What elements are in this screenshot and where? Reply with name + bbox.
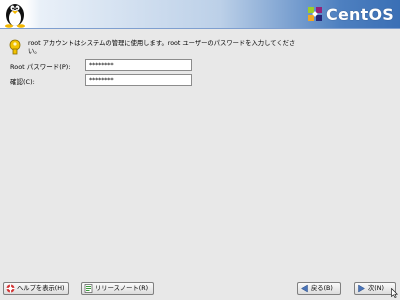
next-button[interactable]: 次(N) (354, 282, 396, 295)
confirm-password-input[interactable]: ******** (85, 74, 192, 86)
confirm-password-row: 確認(C): ******** (8, 74, 198, 86)
back-button[interactable]: 戻る(B) (297, 282, 341, 295)
next-arrow-icon (358, 284, 365, 293)
root-password-label: Root パスワード(P): (10, 63, 71, 71)
footer-bar: ヘルプを表示(H) リリースノート(R) 戻る(B) 次(N) (0, 282, 400, 298)
release-notes-button[interactable]: リリースノート(R) (81, 282, 154, 295)
centos-logo-text: CentOS (326, 4, 394, 24)
help-icon (6, 284, 15, 293)
next-button-label: 次(N) (368, 285, 384, 292)
main-content: root アカウントはシステムの管理に使用します。root ユーザーのパスワード… (0, 29, 400, 277)
back-button-label: 戻る(B) (311, 285, 333, 292)
header-banner: CentOS (0, 0, 400, 29)
centos-logo: CentOS (307, 3, 394, 25)
release-notes-button-label: リリースノート(R) (95, 285, 149, 292)
root-password-row: Root パスワード(P): ******** (8, 59, 198, 71)
tux-icon (5, 4, 25, 28)
key-icon (9, 39, 21, 55)
help-button[interactable]: ヘルプを表示(H) (3, 282, 69, 295)
release-notes-icon (84, 284, 93, 293)
back-arrow-icon (301, 284, 308, 293)
centos-logo-icon (308, 7, 323, 21)
info-text: root アカウントはシステムの管理に使用します。root ユーザーのパスワード… (28, 40, 296, 55)
mouse-cursor-icon (391, 288, 398, 298)
root-password-input[interactable]: ******** (85, 59, 192, 71)
help-button-label: ヘルプを表示(H) (17, 285, 65, 292)
confirm-password-label: 確認(C): (10, 78, 35, 86)
